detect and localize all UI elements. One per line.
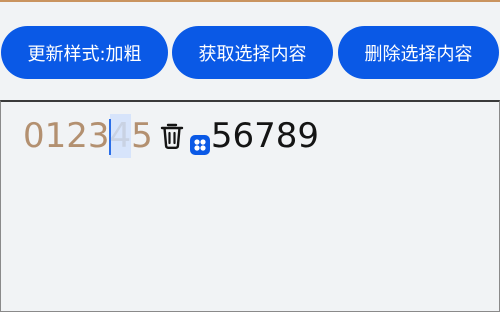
trash-icon xyxy=(157,119,187,153)
plain-text-span[interactable]: 56789 xyxy=(211,114,319,158)
selected-text[interactable]: 4 xyxy=(109,114,132,158)
app-grid-icon xyxy=(189,135,210,155)
text-caret xyxy=(108,119,111,155)
toolbar: 更新样式:加粗 获取选择内容 删除选择内容 xyxy=(0,2,500,100)
get-selection-button[interactable]: 获取选择内容 xyxy=(172,26,333,79)
delete-selection-button[interactable]: 删除选择内容 xyxy=(338,26,499,79)
editor-content-line[interactable]: 0123 4 5 56789 xyxy=(23,114,319,158)
styled-text-span[interactable]: 0123 xyxy=(23,114,110,158)
styled-text-span-end[interactable]: 5 xyxy=(131,114,153,158)
rich-text-editor[interactable]: 0123 4 5 56789 xyxy=(0,100,500,312)
update-style-bold-button[interactable]: 更新样式:加粗 xyxy=(1,26,168,79)
